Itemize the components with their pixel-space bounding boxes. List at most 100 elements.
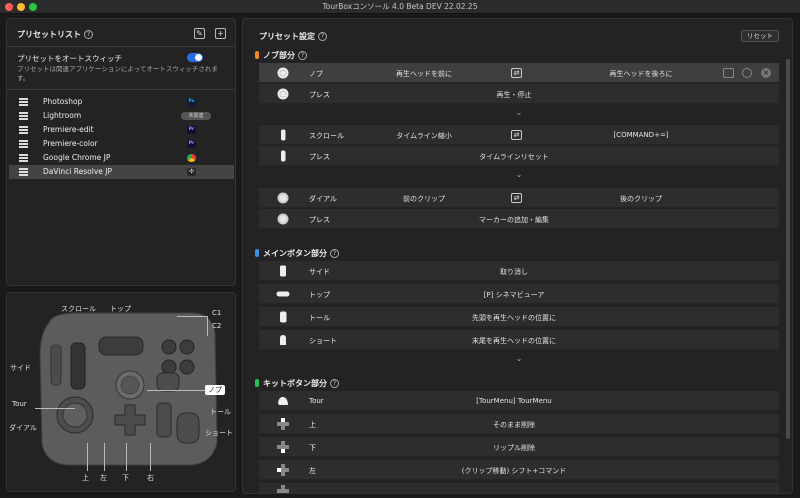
section-title: ノブ部分 — [263, 51, 295, 60]
divider — [7, 46, 235, 47]
preset-settings-title: プリセット設定 — [259, 32, 315, 41]
preset-item-chrome[interactable]: Google Chrome JP — [9, 151, 234, 165]
knob-press-icon — [277, 88, 289, 100]
drag-handle-icon[interactable] — [19, 154, 28, 162]
left-label: 左 — [100, 474, 107, 482]
edit-preset-icon[interactable]: ✎ — [194, 28, 205, 39]
leader-line — [87, 443, 88, 471]
expand-chevron-icon[interactable]: ⌄ — [513, 171, 525, 179]
row-name: 上 — [309, 421, 316, 429]
help-icon[interactable]: ? — [330, 379, 339, 388]
section-main-buttons: メインボタン部分? — [255, 248, 339, 259]
preset-item-premiere-color[interactable]: Premiere-color Pr — [9, 137, 234, 151]
leader-line — [126, 443, 127, 471]
side-button-icon — [280, 265, 286, 277]
help-icon[interactable]: ? — [298, 51, 307, 60]
drag-handle-icon[interactable] — [19, 126, 28, 134]
tour-label: Tour — [12, 400, 27, 408]
swap-icon[interactable]: ⇄ — [511, 130, 522, 140]
help-icon[interactable]: ? — [84, 30, 93, 39]
mapping-row-side[interactable]: サイド 取り消し — [259, 261, 779, 281]
preset-settings-panel: プリセット設定? リセット ノブ部分? ノブ 再生ヘッドを前に ⇄ 再生ヘッドを… — [242, 18, 793, 494]
row-name: スクロール — [309, 132, 344, 140]
scrollbar[interactable] — [786, 59, 790, 439]
mapping-row-top[interactable]: トップ [P] シネマビューア — [259, 284, 779, 304]
premiere-icon: Pr — [187, 126, 196, 134]
preset-item-lightroom[interactable]: Lightroom 未関連 — [9, 109, 234, 123]
dpad-left-icon — [277, 464, 289, 476]
preset-item-photoshop[interactable]: Photoshop Ps — [9, 95, 234, 109]
mapping-row-partial[interactable] — [259, 483, 779, 493]
preset-name: Google Chrome JP — [43, 153, 111, 162]
clear-icon[interactable]: × — [761, 68, 771, 78]
dial-press-icon — [277, 213, 289, 225]
chrome-icon — [187, 154, 196, 162]
preset-list-title: プリセットリスト — [17, 30, 81, 39]
row-name: サイド — [309, 268, 330, 276]
leader-line — [177, 316, 207, 317]
tourbox-device — [39, 312, 218, 466]
zoom-window-button[interactable] — [29, 3, 37, 11]
expand-chevron-icon[interactable]: ⌄ — [513, 355, 525, 363]
short-label: ショート — [205, 429, 233, 437]
knob-label-highlight: ノブ — [205, 385, 225, 395]
speed-icon[interactable] — [742, 68, 752, 78]
leader-line — [150, 443, 151, 471]
settings-icon[interactable] — [723, 68, 734, 78]
scroll-wheel-icon — [281, 129, 286, 141]
help-icon[interactable]: ? — [330, 249, 339, 258]
down-label: 下 — [122, 474, 129, 482]
minimize-window-button[interactable] — [17, 3, 25, 11]
tall-label: トール — [210, 408, 231, 416]
close-window-button[interactable] — [5, 3, 13, 11]
window-controls — [5, 3, 37, 11]
row-name: Tour — [309, 397, 324, 405]
auto-switch-description: プリセットは関連アプリケーションによってオートスウィッチされます。 — [17, 65, 218, 82]
tour-button-icon — [278, 396, 288, 405]
auto-switch-toggle[interactable] — [187, 53, 203, 62]
mapping-row-dial-press[interactable]: プレス マーカーの追加・編集 — [259, 209, 779, 229]
divider — [7, 89, 235, 90]
mapping-row-tour[interactable]: Tour [TourMenu] TourMenu — [259, 391, 779, 411]
preset-name: Premiere-edit — [43, 125, 94, 134]
main-section-marker — [255, 249, 259, 257]
help-icon[interactable]: ? — [318, 32, 327, 41]
mapping-row-down[interactable]: 下 リップル削除 — [259, 437, 779, 457]
preset-settings-header: プリセット設定? — [259, 31, 327, 42]
mapping-row-left[interactable]: 左 (クリップ移動) シフト+コマンド — [259, 460, 779, 480]
preset-item-davinci[interactable]: DaVinci Resolve JP ✣ — [9, 165, 234, 179]
davinci-icon: ✣ — [187, 168, 196, 176]
mapping-row-knob-press[interactable]: プレス 再生・停止 — [259, 84, 779, 104]
row-name: トール — [309, 314, 330, 322]
reset-button[interactable]: リセット — [741, 30, 779, 42]
drag-handle-icon[interactable] — [19, 140, 28, 148]
drag-handle-icon[interactable] — [19, 98, 28, 106]
dpad-right-icon — [277, 485, 289, 493]
section-knob: ノブ部分? — [255, 50, 307, 61]
mapping-row-knob[interactable]: ノブ 再生ヘッドを前に ⇄ 再生ヘッドを後ろに × — [259, 63, 779, 83]
drag-handle-icon[interactable] — [19, 168, 28, 176]
mapping-row-scroll[interactable]: スクロール タイムライン縮小 ⇄ [COMMAND+=] — [259, 125, 779, 145]
swap-icon[interactable]: ⇄ — [511, 68, 522, 78]
photoshop-icon: Ps — [187, 98, 196, 106]
mapping-row-short[interactable]: ショート 末尾を再生ヘッドの位置に — [259, 330, 779, 350]
dial-icon — [277, 192, 289, 204]
leader-line — [207, 316, 208, 336]
window-title: TourBoxコンソール 4.0 Beta DEV 22.02.25 — [322, 2, 478, 11]
leader-line — [35, 408, 75, 409]
mapping-row-tall[interactable]: トール 先頭を再生ヘッドの位置に — [259, 307, 779, 327]
preset-name: Lightroom — [43, 111, 82, 120]
premiere-icon: Pr — [187, 140, 196, 148]
mapping-row-dial[interactable]: ダイアル 前のクリップ ⇄ 後のクリップ — [259, 188, 779, 208]
section-title: メインボタン部分 — [263, 249, 327, 258]
top-label: トップ — [110, 305, 131, 313]
add-preset-icon[interactable]: + — [215, 28, 226, 39]
preset-name: Premiere-color — [43, 139, 98, 148]
swap-icon[interactable]: ⇄ — [511, 193, 522, 203]
drag-handle-icon[interactable] — [19, 112, 28, 120]
row-name: トップ — [309, 291, 330, 299]
preset-item-premiere-edit[interactable]: Premiere-edit Pr — [9, 123, 234, 137]
mapping-row-up[interactable]: 上 そのまま削除 — [259, 414, 779, 434]
mapping-row-scroll-press[interactable]: プレス タイムラインリセット — [259, 146, 779, 166]
expand-chevron-icon[interactable]: ⌄ — [513, 109, 525, 117]
